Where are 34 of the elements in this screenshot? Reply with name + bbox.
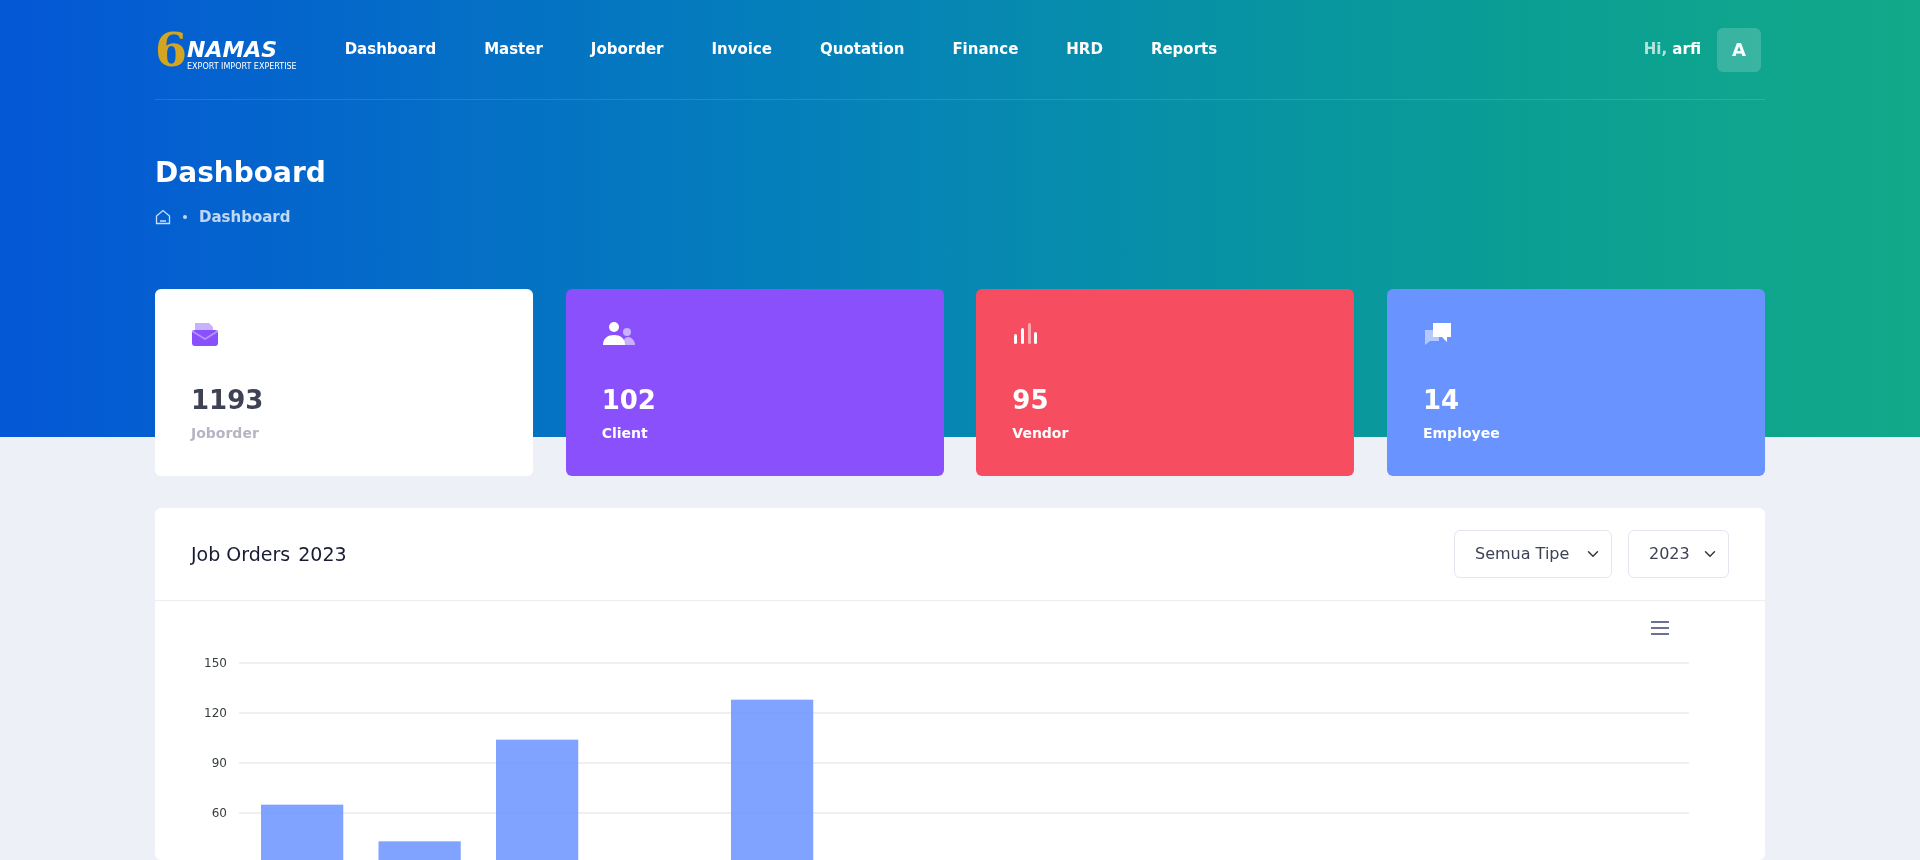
stat-value: 95	[1012, 386, 1050, 415]
nav-link[interactable]: HRD	[1042, 38, 1127, 61]
year-select[interactable]: 2023	[1628, 530, 1729, 578]
users-icon	[601, 321, 636, 347]
user-avatar[interactable]: A	[1717, 27, 1761, 72]
stat-value: 1193	[191, 386, 265, 415]
nav-link[interactable]: Invoice	[687, 38, 797, 61]
breadcrumb-link[interactable]: Dashboard	[199, 205, 291, 229]
card-title: Job Orders	[191, 541, 291, 567]
nav-link[interactable]: Finance	[928, 38, 1043, 61]
chart-menu-icon[interactable]	[1651, 621, 1669, 635]
nav-link[interactable]: Master	[460, 38, 567, 61]
chat-icon	[1422, 321, 1453, 347]
user-greeting: Hi, arfi	[1643, 39, 1701, 61]
stat-value: 14	[1422, 386, 1461, 415]
y-axis-label: 60	[211, 806, 227, 820]
card-year: 2023	[298, 541, 347, 567]
stat-label: Joborder	[191, 424, 260, 443]
type-select[interactable]: Semua Tipe	[1454, 530, 1612, 578]
y-axis-label: 150	[204, 656, 227, 670]
nav-link[interactable]: Quotation	[796, 38, 929, 61]
nav-link[interactable]: Reports	[1126, 38, 1242, 61]
stat-label: Employee	[1422, 424, 1501, 443]
home-icon[interactable]	[155, 208, 171, 225]
nav-link[interactable]: Dashboard	[320, 38, 461, 61]
bar-chart-icon	[1012, 321, 1039, 346]
stat-value: 102	[601, 386, 657, 415]
stat-label: Vendor	[1012, 424, 1070, 443]
page-title: Dashboard	[155, 156, 327, 190]
y-axis-label: 90	[211, 756, 227, 770]
nav-link[interactable]: Joborder	[566, 38, 688, 61]
envelope-icon	[191, 321, 219, 347]
stat-label: Client	[601, 424, 649, 443]
y-axis-label: 120	[204, 706, 227, 720]
